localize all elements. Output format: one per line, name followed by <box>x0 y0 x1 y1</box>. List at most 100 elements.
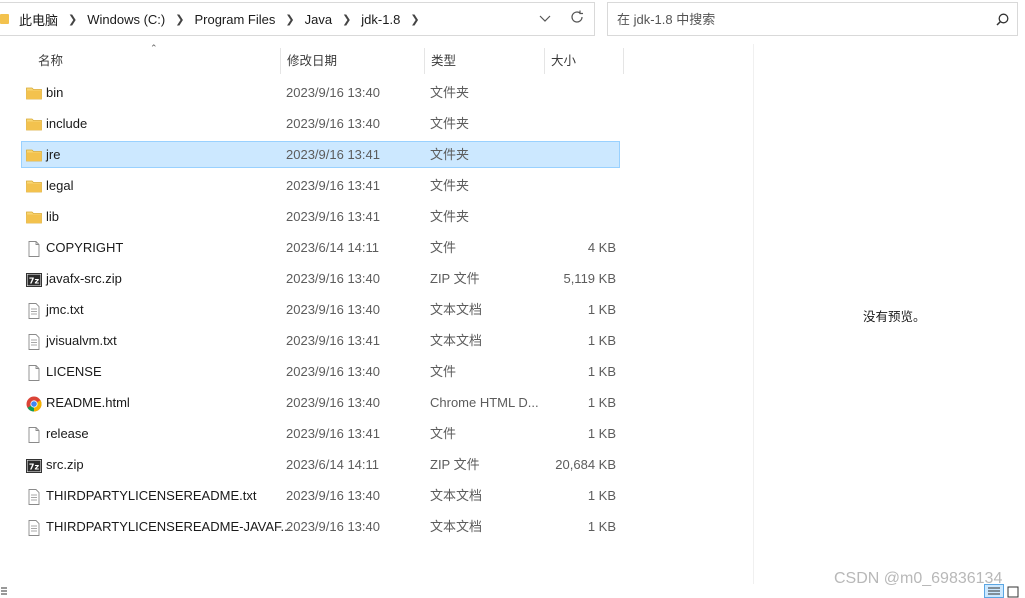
file-type: 文件夹 <box>430 147 470 162</box>
file-date: 2023/9/16 13:40 <box>286 116 380 131</box>
file-list: bin 2023/9/16 13:40 文件夹 include 2023/9/1… <box>0 79 624 544</box>
breadcrumb-jdk[interactable]: jdk-1.8 <box>357 12 404 27</box>
text-file-icon <box>26 334 42 350</box>
file-size: 20,684 KB <box>555 457 616 472</box>
file-name: jvisualvm.txt <box>46 333 117 348</box>
file-size <box>544 110 616 137</box>
column-name[interactable]: 名称 <box>32 48 280 74</box>
file-size: 1 KB <box>587 302 616 317</box>
file-type: 文本文档 <box>430 519 483 534</box>
text-file-icon <box>26 520 42 536</box>
file-row[interactable]: jvisualvm.txt 2023/9/16 13:41 文本文档 1 KB <box>0 327 624 358</box>
file-type: 文件夹 <box>430 85 470 100</box>
file-date: 2023/9/16 13:41 <box>286 426 380 441</box>
history-dropdown-button[interactable] <box>530 12 560 26</box>
file-date: 2023/9/16 13:40 <box>286 271 380 286</box>
svg-text:7z: 7z <box>29 463 40 472</box>
breadcrumb-java[interactable]: Java <box>301 12 336 27</box>
file-date: 2023/9/16 13:41 <box>286 147 380 162</box>
file-name: COPYRIGHT <box>46 240 124 255</box>
file-type: 文件 <box>430 364 457 379</box>
search-input[interactable] <box>617 11 987 27</box>
refresh-button[interactable] <box>560 10 594 29</box>
file-size <box>544 203 616 230</box>
text-file-icon <box>26 303 42 319</box>
column-date[interactable]: 修改日期 <box>280 48 424 74</box>
column-header: 名称 修改日期 类型 大小 <box>0 48 624 74</box>
file-size: 1 KB <box>587 488 616 503</box>
file-date: 2023/9/16 13:40 <box>286 302 380 317</box>
file-row[interactable]: COPYRIGHT 2023/6/14 14:11 文件 4 KB <box>0 234 624 265</box>
file-type: Chrome HTML D... <box>430 395 539 410</box>
breadcrumb-program-files[interactable]: Program Files <box>190 12 279 27</box>
file-name: README.html <box>46 395 130 410</box>
file-type: 文件 <box>430 426 457 441</box>
folder-icon <box>26 117 42 131</box>
file-name: include <box>46 116 88 131</box>
file-row[interactable]: THIRDPARTYLICENSEREADME-JAVAF... 2023/9/… <box>0 513 624 544</box>
file-row[interactable]: THIRDPARTYLICENSEREADME.txt 2023/9/16 13… <box>0 482 624 513</box>
chrome-icon <box>26 396 42 412</box>
large-icons-view-button[interactable] <box>1006 584 1025 598</box>
breadcrumb-this-pc[interactable]: 此电脑 <box>15 10 62 29</box>
chevron-right-icon[interactable]: ❯ <box>336 13 357 26</box>
zip-icon: 7z <box>26 272 42 287</box>
svg-text:7z: 7z <box>29 277 40 286</box>
file-name: release <box>46 426 89 441</box>
breadcrumb-windows-c[interactable]: Windows (C:) <box>83 12 169 27</box>
file-type: 文本文档 <box>430 302 483 317</box>
file-row[interactable]: README.html 2023/9/16 13:40 Chrome HTML … <box>0 389 624 420</box>
folder-icon <box>26 179 42 193</box>
file-size: 1 KB <box>587 426 616 441</box>
details-view-icon <box>988 587 1000 595</box>
file-row[interactable]: LICENSE 2023/9/16 13:40 文件 1 KB <box>0 358 624 389</box>
column-size[interactable]: 大小 <box>544 48 624 74</box>
address-bar[interactable]: 此电脑 ❯ Windows (C:) ❯ Program Files ❯ Jav… <box>0 2 595 36</box>
file-row[interactable]: jmc.txt 2023/9/16 13:40 文本文档 1 KB <box>0 296 624 327</box>
search-button[interactable] <box>987 13 1017 26</box>
zip-icon: 7z <box>26 458 42 473</box>
file-type: ZIP 文件 <box>430 271 480 286</box>
file-type: 文本文档 <box>430 488 483 503</box>
folder-icon <box>26 210 42 224</box>
file-date: 2023/9/16 13:41 <box>286 209 380 224</box>
file-date: 2023/9/16 13:40 <box>286 519 380 534</box>
details-view-button[interactable] <box>984 584 1004 598</box>
file-size: 5,119 KB <box>563 271 616 286</box>
file-row[interactable]: lib 2023/9/16 13:41 文件夹 <box>0 203 624 234</box>
folder-icon <box>26 148 42 162</box>
file-date: 2023/9/16 13:41 <box>286 178 380 193</box>
file-name: jre <box>46 147 61 162</box>
chevron-right-icon[interactable]: ❯ <box>62 13 83 26</box>
search-icon <box>995 13 1008 26</box>
file-name: legal <box>46 178 74 193</box>
file-row[interactable]: bin 2023/9/16 13:40 文件夹 <box>0 79 624 110</box>
file-name: THIRDPARTYLICENSEREADME.txt <box>46 488 257 503</box>
file-name: LICENSE <box>46 364 102 379</box>
file-row[interactable]: release 2023/9/16 13:41 文件 1 KB <box>0 420 624 451</box>
file-row[interactable]: 7z src.zip 2023/6/14 14:11 ZIP 文件 20,684… <box>0 451 624 482</box>
file-type: 文件 <box>430 240 457 255</box>
chevron-right-icon[interactable]: ❯ <box>279 13 300 26</box>
file-row[interactable]: include 2023/9/16 13:40 文件夹 <box>0 110 624 141</box>
chevron-right-icon[interactable]: ❯ <box>404 13 425 26</box>
column-type[interactable]: 类型 <box>424 48 544 74</box>
file-name: bin <box>46 85 64 100</box>
file-type: 文件夹 <box>430 178 470 193</box>
breadcrumb: 此电脑 ❯ Windows (C:) ❯ Program Files ❯ Jav… <box>15 3 426 35</box>
file-size <box>544 172 616 199</box>
file-size <box>544 79 616 106</box>
file-row[interactable]: 7z javafx-src.zip 2023/9/16 13:40 ZIP 文件… <box>0 265 624 296</box>
file-row[interactable]: jre 2023/9/16 13:41 文件夹 <box>0 141 624 172</box>
file-date: 2023/9/16 13:40 <box>286 85 380 100</box>
file-type: 文本文档 <box>430 333 483 348</box>
file-name: src.zip <box>46 457 84 472</box>
preview-divider[interactable] <box>753 44 754 584</box>
chevron-right-icon[interactable]: ❯ <box>169 13 190 26</box>
file-size: 1 KB <box>587 519 616 534</box>
file-row[interactable]: legal 2023/9/16 13:41 文件夹 <box>0 172 624 203</box>
folder-icon <box>26 86 42 100</box>
file-date: 2023/9/16 13:40 <box>286 395 380 410</box>
preview-empty-text: 没有预览。 <box>863 310 926 324</box>
large-icons-view-icon <box>1007 586 1019 598</box>
